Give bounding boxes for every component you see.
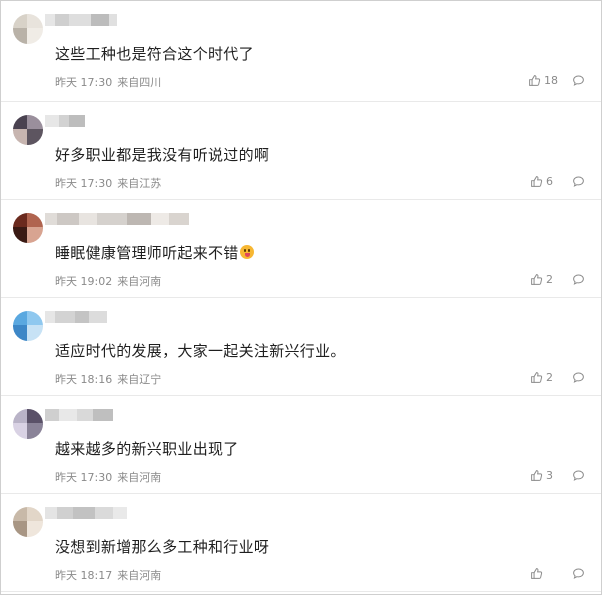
comment-meta: 昨天 19:02 来自河南: [55, 273, 161, 289]
comment-meta: 昨天 17:30 来自四川: [55, 74, 161, 90]
comment-text-content: 这些工种也是符合这个时代了: [55, 45, 254, 63]
comment-text: 适应时代的发展，大家一起关注新兴行业。: [55, 340, 346, 361]
like-button[interactable]: 2: [530, 371, 558, 384]
comment-item: 好多职业都是我没有听说过的啊昨天 17:30 来自江苏 6: [1, 102, 601, 200]
comment-location: 来自四川: [117, 76, 162, 89]
thumbs-up-icon: [530, 371, 546, 384]
comment-text-content: 越来越多的新兴职业出现了: [55, 440, 239, 458]
like-button[interactable]: 18: [528, 74, 558, 87]
comment-item: 没想到新增那么多工种和行业呀昨天 18:17 来自河南: [1, 494, 601, 592]
comment-location: 来自河南: [117, 569, 162, 582]
comment-text: 这些工种也是符合这个时代了: [55, 43, 254, 64]
comment-text: 没想到新增那么多工种和行业呀: [55, 536, 269, 557]
comment-actions: 2: [530, 371, 585, 384]
comment-meta: 昨天 17:30 来自江苏: [55, 175, 161, 191]
username-blurred[interactable]: [45, 409, 113, 421]
like-button[interactable]: 6: [530, 175, 558, 188]
comment-bubble-icon[interactable]: [572, 469, 585, 482]
comment-text-content: 适应时代的发展，大家一起关注新兴行业。: [55, 342, 346, 360]
comment-text: 越来越多的新兴职业出现了: [55, 438, 239, 459]
avatar[interactable]: [13, 115, 43, 145]
thumbs-up-icon: [530, 175, 546, 188]
like-count: 3: [546, 469, 553, 482]
comment-bubble-icon[interactable]: [572, 175, 585, 188]
thumbs-up-icon: [530, 273, 546, 286]
comment-item: 睡眠健康管理师听起来不错昨天 19:02 来自河南 2: [1, 200, 601, 298]
comment-bubble-icon[interactable]: [572, 567, 585, 580]
avatar[interactable]: [13, 14, 43, 44]
comment-text-content: 好多职业都是我没有听说过的啊: [55, 146, 270, 164]
username-blurred[interactable]: [45, 311, 107, 323]
comment-item: 这些工种也是符合这个时代了昨天 17:30 来自四川 18: [1, 1, 601, 102]
username-blurred[interactable]: [45, 213, 189, 225]
comment-text: 睡眠健康管理师听起来不错: [55, 242, 254, 263]
like-button[interactable]: 3: [530, 469, 558, 482]
avatar[interactable]: [13, 311, 43, 341]
comment-actions: 3: [530, 469, 585, 482]
comment-meta: 昨天 18:16 来自辽宁: [55, 371, 161, 387]
avatar[interactable]: [13, 507, 43, 537]
comment-actions: 2: [530, 273, 585, 286]
comment-location: 来自辽宁: [117, 373, 162, 386]
comment-location: 来自河南: [117, 275, 162, 288]
comment-actions: 18: [528, 74, 585, 87]
like-count: 18: [544, 74, 558, 87]
comment-time: 昨天 19:02: [55, 275, 113, 288]
comment-meta: 昨天 17:30 来自河南: [55, 469, 161, 485]
thumbs-up-icon: [530, 567, 546, 580]
username-blurred[interactable]: [45, 14, 117, 26]
comment-text-content: 睡眠健康管理师听起来不错: [55, 244, 239, 262]
comment-text: 好多职业都是我没有听说过的啊: [55, 144, 269, 165]
like-count: 2: [546, 273, 553, 286]
comment-item: 越来越多的新兴职业出现了昨天 17:30 来自河南 3: [1, 396, 601, 494]
comment-item: 适应时代的发展，大家一起关注新兴行业。昨天 18:16 来自辽宁 2: [1, 298, 601, 396]
comment-time: 昨天 18:17: [55, 569, 113, 582]
comment-time: 昨天 18:16: [55, 373, 113, 386]
like-count: 2: [546, 371, 553, 384]
comment-meta: 昨天 18:17 来自河南: [55, 567, 161, 583]
comment-location: 来自江苏: [117, 177, 162, 190]
comment-text-content: 没想到新增那么多工种和行业呀: [55, 538, 270, 556]
comment-time: 昨天 17:30: [55, 471, 113, 484]
like-button[interactable]: 2: [530, 273, 558, 286]
comment-bubble-icon[interactable]: [572, 273, 585, 286]
comment-list: 这些工种也是符合这个时代了昨天 17:30 来自四川 18 好多职业都是我没有听说过的…: [0, 0, 602, 595]
comment-time: 昨天 17:30: [55, 177, 113, 190]
tongue-out-emoji-icon: [239, 245, 254, 259]
comment-bubble-icon[interactable]: [572, 371, 585, 384]
comment-bubble-icon[interactable]: [572, 74, 585, 87]
avatar[interactable]: [13, 213, 43, 243]
like-button[interactable]: [530, 567, 558, 580]
username-blurred[interactable]: [45, 507, 127, 519]
comment-actions: [530, 567, 585, 580]
comment-actions: 6: [530, 175, 585, 188]
comment-location: 来自河南: [117, 471, 162, 484]
thumbs-up-icon: [528, 74, 544, 87]
username-blurred[interactable]: [45, 115, 85, 127]
like-count: 6: [546, 175, 553, 188]
thumbs-up-icon: [530, 469, 546, 482]
avatar[interactable]: [13, 409, 43, 439]
comment-time: 昨天 17:30: [55, 76, 113, 89]
